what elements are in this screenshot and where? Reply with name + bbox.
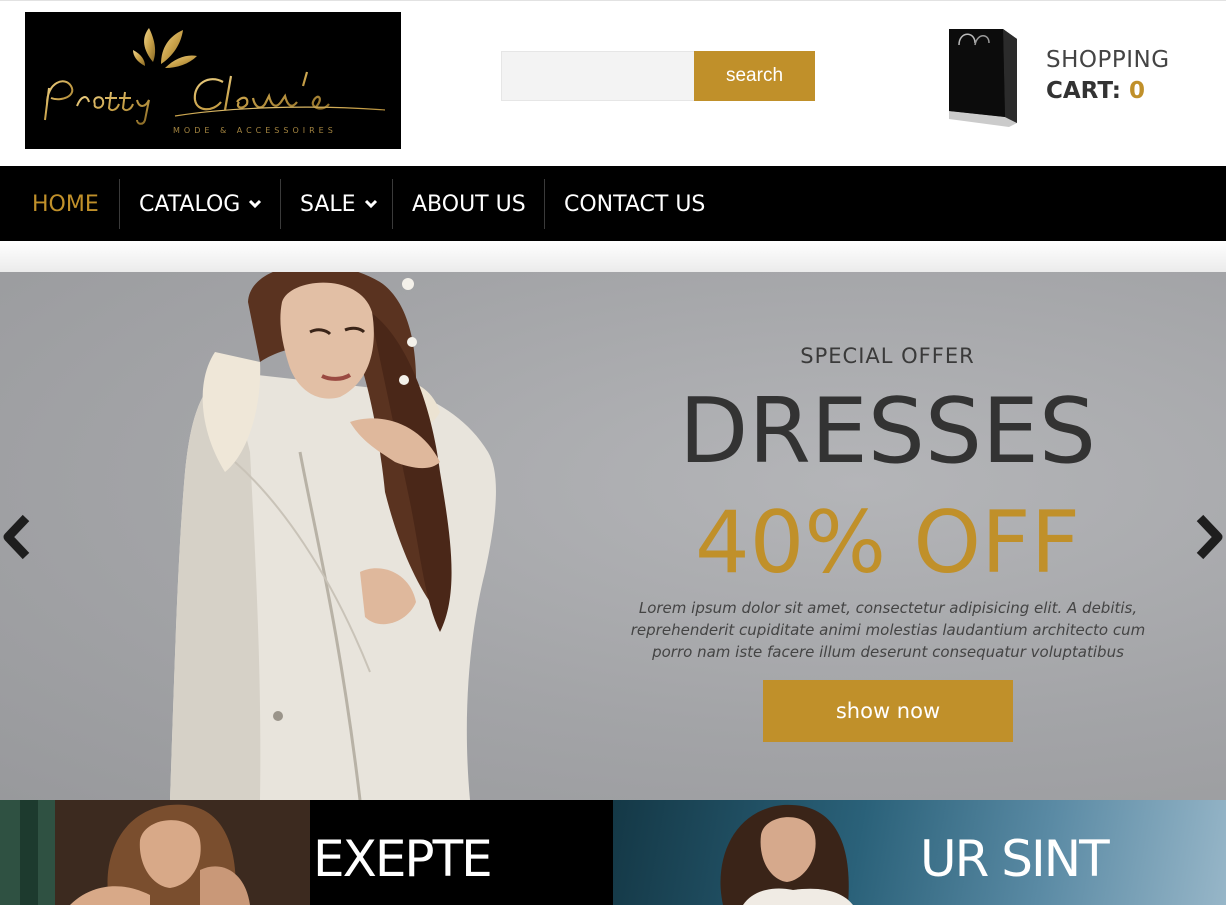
- cart-summary: CART: 0: [1046, 78, 1145, 104]
- cart-heading: SHOPPING: [1046, 47, 1170, 73]
- chevron-down-icon: [364, 199, 377, 209]
- search-form: search: [501, 51, 815, 101]
- nav-item-label: CONTACT US: [564, 191, 706, 217]
- nav-item-contact-us[interactable]: CONTACT US: [564, 179, 705, 229]
- nav-shadow: [0, 241, 1226, 272]
- nav-item-home[interactable]: HOME: [32, 179, 99, 229]
- nav-divider: [544, 179, 545, 229]
- logo-graphic: MODE & ACCESSOIRES: [44, 28, 386, 135]
- nav-item-sale[interactable]: SALE: [300, 179, 378, 229]
- nav-divider: [280, 179, 281, 229]
- nav-item-about-us[interactable]: ABOUT US: [412, 179, 526, 229]
- cart-count: 0: [1129, 78, 1146, 104]
- site-header: MODE & ACCESSOIRES search SHOPPING CART:…: [0, 1, 1226, 166]
- hero-title: DRESSES: [679, 379, 1096, 484]
- nav-item-label: ABOUT US: [412, 191, 526, 217]
- hero-description: Lorem ipsum dolor sit amet, consectetur …: [630, 599, 1146, 661]
- nav-item-label: CATALOG: [139, 191, 241, 217]
- hero-kicker: SPECIAL OFFER: [800, 344, 975, 368]
- nav-divider: [392, 179, 393, 229]
- chevron-right-icon[interactable]: [1190, 512, 1226, 562]
- promo-tile-right[interactable]: UR SINT: [613, 800, 1226, 905]
- search-button[interactable]: search: [694, 51, 815, 101]
- shopping-bag-icon: [949, 29, 1017, 127]
- logo-tagline: MODE & ACCESSOIRES: [173, 126, 337, 135]
- chevron-left-icon[interactable]: [0, 512, 36, 562]
- promo-tile-right-title: UR SINT: [920, 830, 1110, 888]
- nav-item-catalog[interactable]: CATALOG: [139, 179, 262, 229]
- shopping-cart[interactable]: SHOPPING CART: 0: [945, 25, 1205, 127]
- nav-item-label: HOME: [32, 191, 99, 217]
- hero-model-image: [170, 272, 496, 800]
- chevron-down-icon: [249, 199, 262, 209]
- promo-tile-left-title: EXEPTE: [313, 830, 493, 888]
- promo-tile-left[interactable]: EXEPTE: [0, 800, 613, 905]
- promo-tile-right-image: [720, 804, 853, 905]
- hero-offer: 40% OFF: [694, 493, 1081, 593]
- nav-divider: [119, 179, 120, 229]
- search-input[interactable]: [501, 51, 695, 101]
- hero-slider: SPECIAL OFFER DRESSES 40% OFF Lorem ipsu…: [0, 272, 1226, 800]
- promo-tile-left-image: [0, 800, 310, 905]
- main-nav: HOME CATALOG SALE ABOUT US CONTACT US: [0, 166, 1226, 241]
- brand-logo[interactable]: MODE & ACCESSOIRES: [25, 12, 401, 149]
- nav-item-label: SALE: [300, 191, 356, 217]
- show-now-button[interactable]: show now: [763, 680, 1013, 742]
- cart-label: CART:: [1046, 78, 1121, 104]
